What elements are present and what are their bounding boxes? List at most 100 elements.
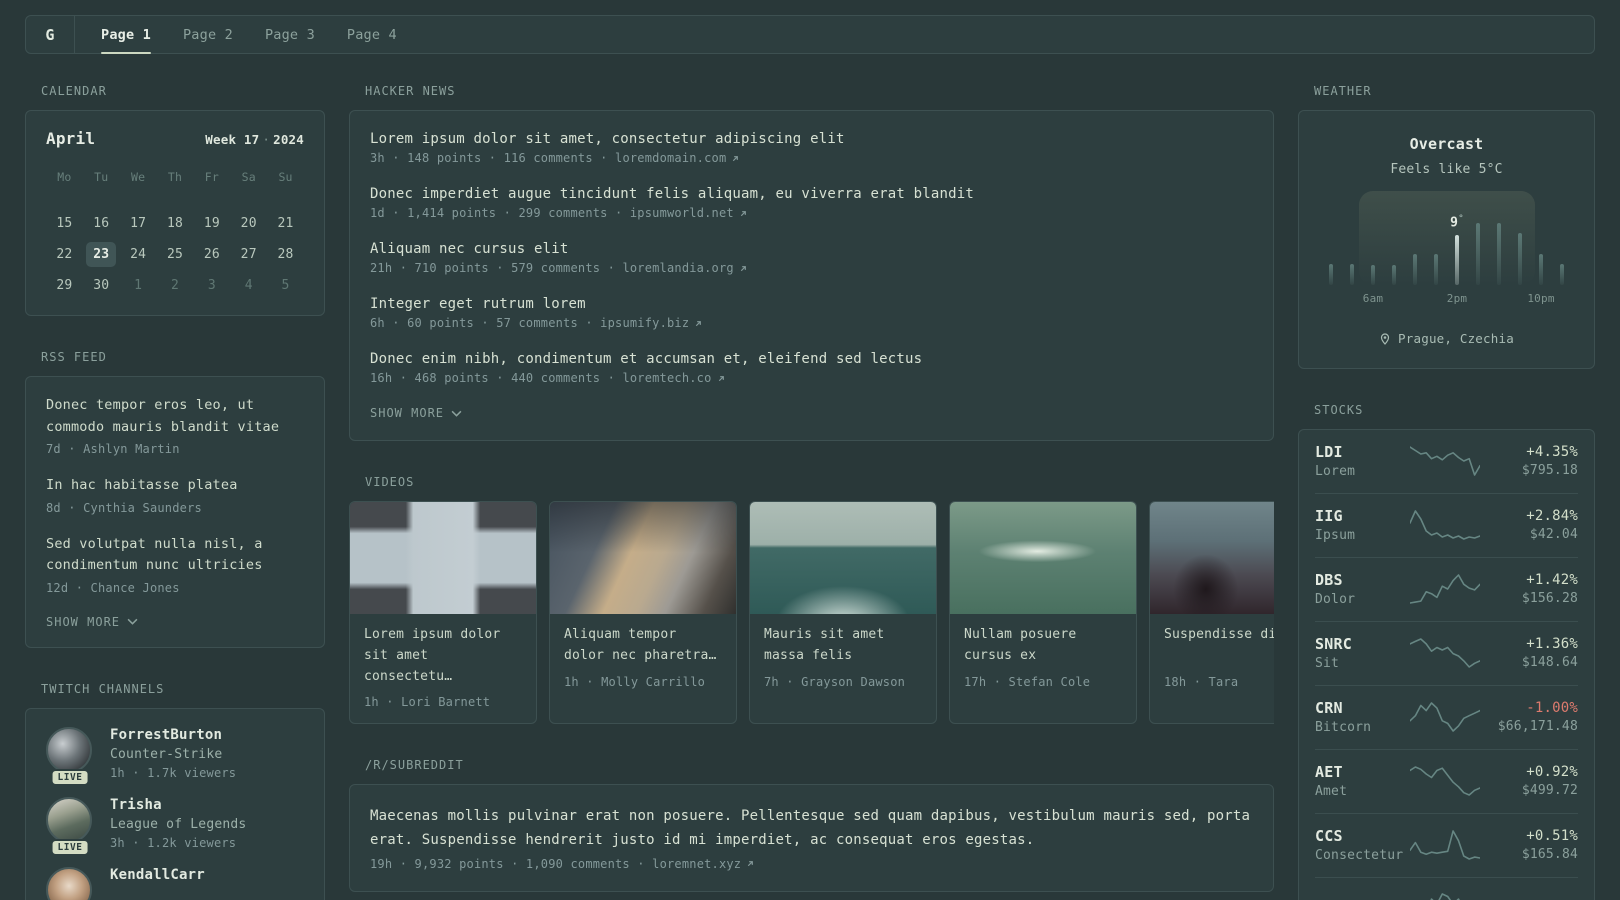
twitch-channel-info: KendallCarr bbox=[110, 867, 205, 900]
page-tab[interactable]: Page 2 bbox=[183, 16, 233, 53]
twitch-channel-meta: 3h · 1.2k viewers bbox=[110, 835, 237, 850]
stocks-header: STOCKS bbox=[1314, 403, 1364, 417]
subreddit-post: Maecenas mollis pulvinar erat non posuer… bbox=[370, 805, 1253, 871]
show-more-label: SHOW MORE bbox=[46, 614, 121, 629]
stock-price: $66,171.48 bbox=[1497, 719, 1578, 734]
video-card-body: Lorem ipsum dolor sit amet consectetu… 1… bbox=[350, 614, 536, 723]
calendar-day: 16 bbox=[93, 216, 110, 231]
stock-row[interactable]: IIG Ipsum +2.84% $42.04 bbox=[1315, 493, 1578, 557]
video-thumbnail[interactable] bbox=[550, 502, 736, 614]
calendar-day: 15 bbox=[56, 216, 73, 231]
rss-item-title[interactable]: Sed volutpat nulla nisl, a condimentum n… bbox=[46, 534, 304, 577]
hackernews-item-domain[interactable]: ipsumify.biz bbox=[600, 316, 703, 330]
app-logo[interactable]: G bbox=[26, 16, 75, 53]
rss-list: Donec tempor eros leo, ut commodo mauris… bbox=[46, 395, 304, 595]
rss-item[interactable]: In hac habitasse platea 8d · Cynthia Sau… bbox=[46, 475, 304, 515]
hackernews-item-title[interactable]: Donec enim nibh, condimentum et accumsan… bbox=[370, 351, 1253, 367]
stock-symbol[interactable]: SNRC bbox=[1315, 635, 1407, 653]
video-thumbnail[interactable] bbox=[950, 502, 1136, 614]
twitch-channel-name[interactable]: Trisha bbox=[110, 797, 246, 813]
stock-row[interactable]: AHS +0.46% bbox=[1315, 877, 1578, 900]
hackernews-item-domain[interactable]: loremdomain.com bbox=[615, 151, 740, 165]
video-title[interactable]: Mauris sit amet massa felis bbox=[764, 625, 922, 667]
hackernews-item-title[interactable]: Aliquam nec cursus elit bbox=[370, 241, 1253, 257]
page-tab[interactable]: Page 4 bbox=[347, 16, 397, 53]
rss-show-more-button[interactable]: SHOW MORE bbox=[46, 615, 304, 629]
subreddit-post-domain[interactable]: loremnet.xyz bbox=[652, 857, 755, 871]
stock-sparkline bbox=[1407, 764, 1482, 798]
weather-feels-like: Feels like 5°C bbox=[1390, 162, 1503, 177]
page-tab[interactable]: Page 3 bbox=[265, 16, 315, 53]
twitch-channel-row[interactable]: LIVE Trisha League of Legends 3h · 1.2k … bbox=[46, 796, 304, 856]
hackernews-item-title[interactable]: Donec imperdiet augue tincidunt felis al… bbox=[370, 186, 1253, 202]
stock-symbol[interactable]: AET bbox=[1315, 763, 1407, 781]
stock-change: +0.51% bbox=[1526, 828, 1578, 844]
video-meta: 17h · Stefan Cole bbox=[964, 675, 1091, 689]
video-meta: 1h · Molly Carrillo bbox=[564, 675, 706, 689]
video-card[interactable]: Nullam posuere cursus ex 17h · Stefan Co… bbox=[949, 501, 1137, 725]
hackernews-item-title[interactable]: Integer eget rutrum lorem bbox=[370, 296, 1253, 312]
stock-row[interactable]: LDI Lorem +4.35% $795.18 bbox=[1315, 430, 1578, 493]
rss-item-title[interactable]: Donec tempor eros leo, ut commodo mauris… bbox=[46, 395, 304, 438]
stock-row[interactable]: DBS Dolor +1.42% $156.28 bbox=[1315, 557, 1578, 621]
external-link-icon bbox=[748, 861, 754, 867]
video-title[interactable]: Aliquam tempor dolor nec pharetra… bbox=[564, 625, 722, 667]
hackernews-item-domain[interactable]: loremtech.co bbox=[622, 371, 725, 385]
hour-bar bbox=[1350, 264, 1354, 285]
hackernews-item-meta: 1d · 1,414 points · 299 comments · ipsum… bbox=[370, 206, 1253, 220]
live-badge: LIVE bbox=[50, 768, 90, 786]
video-thumbnail[interactable] bbox=[750, 502, 936, 614]
rss-widget: Donec tempor eros leo, ut commodo mauris… bbox=[25, 376, 325, 648]
video-card[interactable]: Lorem ipsum dolor sit amet consectetu… 1… bbox=[349, 501, 537, 725]
rss-item-title[interactable]: In hac habitasse platea bbox=[46, 475, 304, 497]
subreddit-post-title[interactable]: Maecenas mollis pulvinar erat non posuer… bbox=[370, 805, 1253, 853]
stock-row[interactable]: CRN Bitcorn -1.00% $66,171.48 bbox=[1315, 685, 1578, 749]
stock-row[interactable]: AET Amet +0.92% $499.72 bbox=[1315, 749, 1578, 813]
twitch-channel-row[interactable]: LIVE KendallCarr bbox=[46, 866, 304, 900]
twitch-channel-game[interactable]: Counter-Strike bbox=[110, 747, 236, 762]
stock-symbol[interactable]: CCS bbox=[1315, 827, 1407, 845]
hackernews-item-title[interactable]: Lorem ipsum dolor sit amet, consectetur … bbox=[370, 131, 1253, 147]
twitch-channel-game[interactable]: League of Legends bbox=[110, 817, 246, 832]
page-tab[interactable]: Page 1 bbox=[101, 16, 151, 54]
calendar-month: April bbox=[46, 129, 96, 148]
video-title[interactable]: Nullam posuere cursus ex bbox=[964, 625, 1122, 667]
video-card[interactable]: Mauris sit amet massa felis 7h · Grayson… bbox=[749, 501, 937, 725]
calendar-day: 2 bbox=[170, 278, 179, 293]
weather-bar-slot: 9° 2pm bbox=[1447, 207, 1468, 305]
stock-symbol[interactable]: LDI bbox=[1315, 443, 1407, 461]
video-card-body: Nullam posuere cursus ex 17h · Stefan Co… bbox=[950, 614, 1136, 703]
video-title[interactable]: Suspendisse diam bbox=[1164, 625, 1274, 667]
stock-values: +1.42% $156.28 bbox=[1482, 572, 1578, 606]
calendar-weekday: Tu bbox=[94, 170, 109, 184]
hackernews-item-domain[interactable]: ipsumworld.net bbox=[630, 206, 748, 220]
stock-id: LDI Lorem bbox=[1315, 443, 1407, 479]
stock-row[interactable]: CCS Consectetur +0.51% $165.84 bbox=[1315, 813, 1578, 877]
rss-item[interactable]: Donec tempor eros leo, ut commodo mauris… bbox=[46, 395, 304, 456]
hackernews-item-domain[interactable]: loremlandia.org bbox=[622, 261, 747, 275]
video-card[interactable]: Aliquam tempor dolor nec pharetra… 1h · … bbox=[549, 501, 737, 725]
stock-symbol[interactable]: DBS bbox=[1315, 571, 1407, 589]
video-title[interactable]: Lorem ipsum dolor sit amet consectetu… bbox=[364, 625, 522, 687]
video-thumbnail[interactable] bbox=[350, 502, 536, 614]
stock-sparkline bbox=[1407, 508, 1482, 542]
hour-tick-label: 2pm bbox=[1446, 292, 1468, 305]
page-tab-label: Page 4 bbox=[346, 26, 397, 43]
calendar-day: 21 bbox=[277, 216, 294, 231]
stock-id: SNRC Sit bbox=[1315, 635, 1407, 671]
stock-symbol[interactable]: IIG bbox=[1315, 507, 1407, 525]
show-more-label: SHOW MORE bbox=[370, 406, 445, 420]
twitch-channel-row[interactable]: LIVE ForrestBurton Counter-Strike 1h · 1… bbox=[46, 726, 304, 786]
video-thumbnail[interactable] bbox=[1150, 502, 1274, 614]
calendar-weekday: We bbox=[131, 170, 146, 184]
stock-price: $42.04 bbox=[1529, 527, 1578, 542]
stock-row[interactable]: SNRC Sit +1.36% $148.64 bbox=[1315, 621, 1578, 685]
twitch-avatar-wrap: LIVE bbox=[46, 796, 94, 856]
hackernews-show-more-button[interactable]: SHOW MORE bbox=[370, 406, 1253, 420]
rss-item[interactable]: Sed volutpat nulla nisl, a condimentum n… bbox=[46, 534, 304, 595]
video-card[interactable]: Suspendisse diam 18h · Tara bbox=[1149, 501, 1274, 725]
stock-price: $156.28 bbox=[1521, 591, 1578, 606]
twitch-channel-name[interactable]: KendallCarr bbox=[110, 867, 205, 883]
stock-symbol[interactable]: CRN bbox=[1315, 699, 1407, 717]
twitch-channel-name[interactable]: ForrestBurton bbox=[110, 727, 236, 743]
